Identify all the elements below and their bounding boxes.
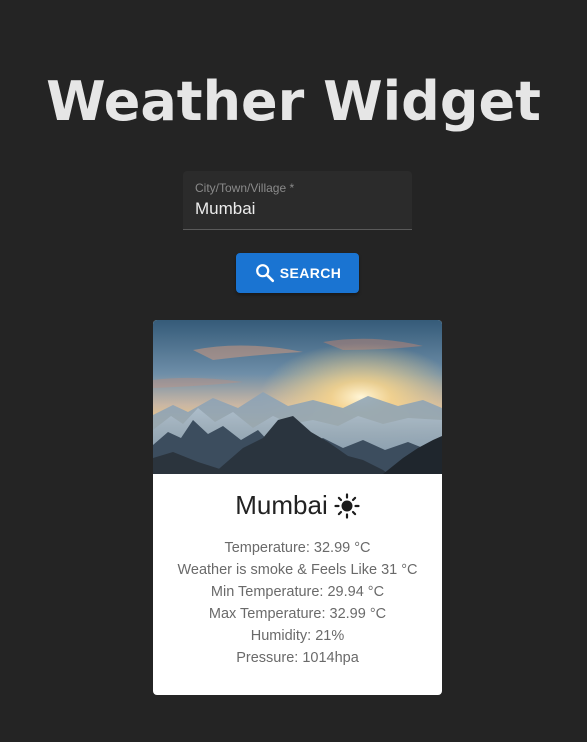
city-field-label: City/Town/Village *: [195, 181, 295, 195]
weather-widget-page: Weather Widget City/Town/Village * SEARC…: [0, 0, 587, 742]
landscape-image: [153, 320, 442, 474]
feels-like-text: Weather is smoke & Feels Like 31 °C: [177, 562, 418, 578]
sun-icon: [334, 492, 360, 519]
min-temperature-text: Min Temperature: 29.94 °C: [210, 584, 385, 600]
city-field[interactable]: City/Town/Village *: [183, 171, 412, 230]
pressure-text: Pressure: 1014hpa: [236, 650, 359, 666]
humidity-text: Humidity: 21%: [250, 628, 345, 644]
city-heading: Mumbai: [153, 490, 442, 521]
page-title: Weather Widget: [46, 70, 541, 133]
search-button[interactable]: SEARCH: [236, 253, 359, 293]
city-name: Mumbai: [235, 490, 328, 520]
search-icon: [255, 264, 274, 283]
search-button-label: SEARCH: [279, 265, 342, 281]
max-temperature-text: Max Temperature: 32.99 °C: [208, 606, 387, 622]
temperature-text: Temperature: 32.99 °C: [224, 540, 371, 556]
weather-details: Temperature: 32.99 °C Weather is smoke &…: [153, 537, 442, 669]
weather-card: Mumbai Temperature: 32.99 °C Weather is …: [153, 320, 442, 695]
city-input[interactable]: [195, 199, 395, 219]
